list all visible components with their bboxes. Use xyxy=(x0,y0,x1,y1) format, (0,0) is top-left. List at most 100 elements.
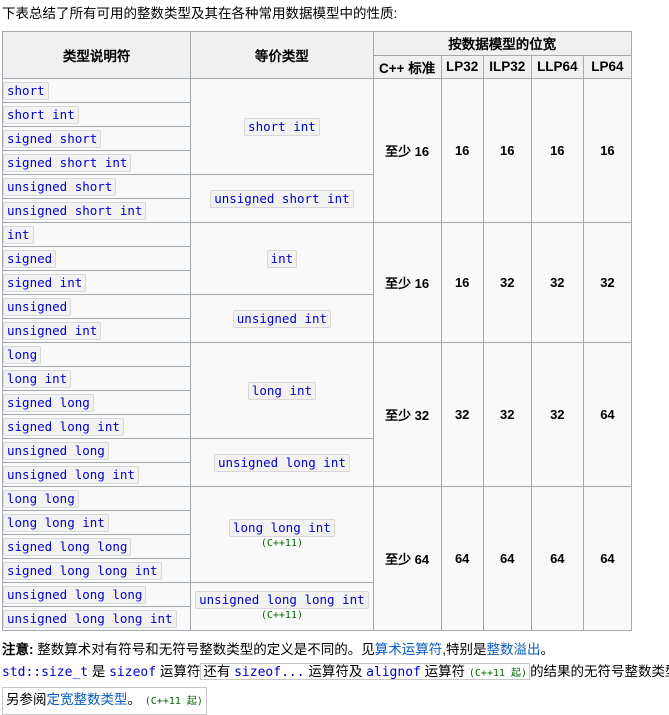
since-badge: (C++11) xyxy=(260,538,303,549)
code-token: signed short xyxy=(3,129,102,148)
width-ilp32-cell: 32 xyxy=(482,222,532,343)
width-cpp-standard-cell: 至少 64 xyxy=(372,486,442,631)
width-llp64-cell: 32 xyxy=(530,342,584,487)
since-badge-cpp11: (C++11 起) xyxy=(468,668,528,679)
code-alignof: alignof xyxy=(366,665,421,680)
note-text-c: 。 xyxy=(540,642,555,657)
width-lp64-cell: 32 xyxy=(582,222,633,343)
code-token: unsigned long int xyxy=(3,465,139,484)
equivalent-type-cell: unsigned long long int (C++11) xyxy=(190,582,374,631)
note2-cpp11-box: 还有 sizeof... 运算符及 alignof 运算符 (C++11 起) xyxy=(200,663,531,680)
table-header: 类型说明符 等价类型 按数据模型的位宽 C++ 标准 LP32 ILP32 LL… xyxy=(1,31,633,79)
width-lp32-cell: 16 xyxy=(440,78,484,223)
header-model-lp64: LP64 xyxy=(582,54,633,79)
equivalent-type-cell: unsigned long int xyxy=(190,438,374,487)
equivalent-type-cell: long long int (C++11) xyxy=(190,486,374,583)
code-token: unsigned long long int xyxy=(195,591,369,609)
code-token: unsigned int xyxy=(3,321,102,340)
code-token: int xyxy=(3,225,34,244)
width-lp32-cell: 64 xyxy=(440,486,484,631)
note-line-sizeof: std::size_t 是 sizeof 运算符 还有 sizeof... 运算符… xyxy=(2,661,669,685)
code-token: unsigned long xyxy=(3,441,109,460)
equivalent-type-cell: int xyxy=(190,222,374,295)
table-row: short short int 至少 16 16 16 16 16 xyxy=(1,78,633,223)
type-specifier-cell: signed xyxy=(1,246,192,271)
link-integer-overflow[interactable]: 整数溢出 xyxy=(487,642,541,657)
note-line-fixed-width: 另参阅定宽整数类型。 (C++11 起) xyxy=(2,687,207,715)
width-cpp-standard-cell: 至少 32 xyxy=(372,342,442,487)
header-model-llp64: LLP64 xyxy=(530,54,584,79)
code-token: signed xyxy=(3,249,57,268)
note2-text-b: 运算符 xyxy=(156,664,201,679)
link-arithmetic-operators[interactable]: 算术运算符 xyxy=(375,642,443,657)
code-size-t: std::size_t xyxy=(2,665,89,680)
note2-boxed-text-c: 运算符 xyxy=(420,664,469,679)
type-specifier-cell: unsigned xyxy=(1,294,192,319)
type-specifier-cell: unsigned long xyxy=(1,438,192,463)
header-model-lp32: LP32 xyxy=(440,54,484,79)
intro-paragraph: 下表总结了所有可用的整数类型及其在各种常用数据模型中的性质: xyxy=(2,6,398,21)
code-token: signed long int xyxy=(3,417,124,436)
table-row: int int 至少 16 16 32 32 32 xyxy=(1,222,633,343)
type-specifier-cell: signed short xyxy=(1,126,192,151)
type-specifier-cell: unsigned short int xyxy=(1,198,192,223)
type-specifier-cell: long long xyxy=(1,486,192,511)
note3-text-a: 另参阅 xyxy=(6,692,47,707)
code-token: signed long xyxy=(3,393,94,412)
code-token: signed int xyxy=(3,273,87,292)
code-token: signed long long int xyxy=(3,561,162,580)
code-token: unsigned long long xyxy=(3,585,147,604)
header-model-ilp32: ILP32 xyxy=(482,54,532,79)
note2-text-a: 是 xyxy=(88,664,110,679)
width-cpp-standard-cell: 至少 16 xyxy=(372,222,442,343)
code-token: unsigned short xyxy=(3,177,117,196)
width-ilp32-cell: 16 xyxy=(482,78,532,223)
type-specifier-cell: signed short int xyxy=(1,150,192,175)
equivalent-type-cell: unsigned int xyxy=(190,294,374,343)
type-specifier-cell: unsigned short xyxy=(1,174,192,199)
width-lp64-cell: 64 xyxy=(582,486,633,631)
code-token: unsigned long int xyxy=(213,453,350,472)
width-ilp32-cell: 32 xyxy=(482,342,532,487)
note-text-a: 整数算术对有符号和无符号整数类型的定义是不同的。见 xyxy=(33,642,375,657)
type-specifier-cell: short xyxy=(1,78,192,103)
code-token: long long int xyxy=(3,513,109,532)
header-equivalent-type: 等价类型 xyxy=(190,31,374,79)
integer-types-table: 类型说明符 等价类型 按数据模型的位宽 C++ 标准 LP32 ILP32 LL… xyxy=(1,31,633,631)
type-specifier-cell: unsigned long long xyxy=(1,582,192,607)
type-specifier-cell: signed int xyxy=(1,270,192,295)
code-token: short int xyxy=(244,117,320,136)
type-specifier-cell: int xyxy=(1,222,192,247)
type-specifier-cell: short int xyxy=(1,102,192,127)
table-row: long long long long int (C++11) 至少 64 64 64 64… xyxy=(1,486,633,631)
code-token: long xyxy=(3,345,42,364)
width-llp64-cell: 64 xyxy=(530,486,584,631)
table-body: short short int 至少 16 16 16 16 16 short int sign… xyxy=(1,78,633,631)
note2-boxed-text-a: 还有 xyxy=(203,664,235,679)
type-specifier-cell: long long int xyxy=(1,510,192,535)
code-token: long int xyxy=(3,369,72,388)
code-token: unsigned xyxy=(3,297,72,316)
notes-section: 注意: 整数算术对有符号和无符号整数类型的定义是不同的。见算术运算符,特别是整数… xyxy=(2,639,669,715)
note-label: 注意: xyxy=(2,642,34,657)
note3-text-b: 。 xyxy=(127,692,142,707)
link-fixed-width-integer-types[interactable]: 定宽整数类型 xyxy=(47,692,128,707)
table-row: long long int 至少 32 32 32 32 64 xyxy=(1,342,633,487)
header-type-specifier: 类型说明符 xyxy=(1,31,192,79)
code-sizeof-pack: sizeof... xyxy=(234,665,305,680)
width-cpp-standard-cell: 至少 16 xyxy=(372,78,442,223)
width-lp64-cell: 16 xyxy=(582,78,633,223)
header-width-group: 按数据模型的位宽 xyxy=(372,31,633,56)
code-token: unsigned short int xyxy=(3,201,147,220)
width-lp32-cell: 32 xyxy=(440,342,484,487)
code-token: unsigned short int xyxy=(210,189,354,208)
width-llp64-cell: 32 xyxy=(530,222,584,343)
header-model-cpp-standard: C++ 标准 xyxy=(372,54,442,79)
equivalent-type-cell: short int xyxy=(190,78,374,175)
header-row-top: 类型说明符 等价类型 按数据模型的位宽 xyxy=(1,31,633,79)
width-lp32-cell: 16 xyxy=(440,222,484,343)
type-specifier-cell: unsigned long long int xyxy=(1,606,192,631)
type-specifier-cell: long int xyxy=(1,366,192,391)
type-specifier-cell: long xyxy=(1,342,192,367)
type-specifier-cell: signed long long int xyxy=(1,558,192,583)
